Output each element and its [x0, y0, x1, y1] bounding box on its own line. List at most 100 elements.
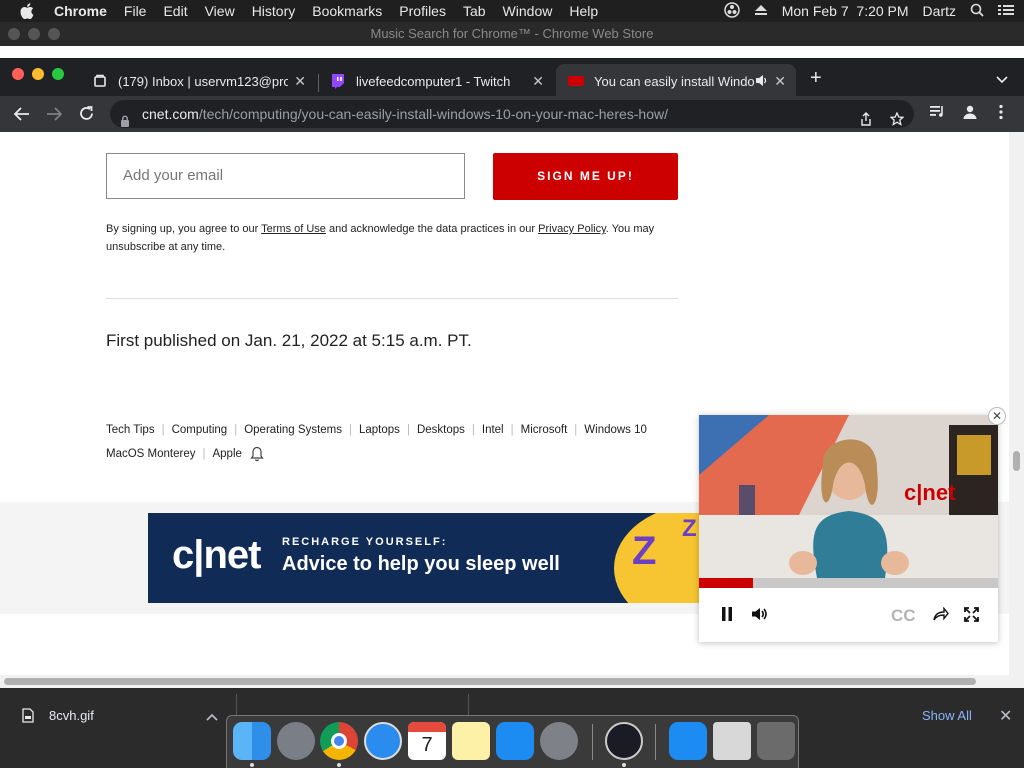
cnet-icon: [568, 73, 584, 89]
tab-cnet-article[interactable]: You can easily install Windows ✕: [556, 64, 796, 98]
url-path: /tech/computing/you-can-easily-install-w…: [198, 106, 668, 122]
notes-icon[interactable]: [452, 722, 490, 760]
background-window-title: Music Search for Chrome™ - Chrome Web St…: [370, 26, 654, 41]
menu-edit[interactable]: Edit: [163, 3, 187, 19]
profile-avatar-icon[interactable]: [962, 104, 978, 125]
background-window-titlebar: Music Search for Chrome™ - Chrome Web St…: [0, 22, 1024, 46]
menu-app-name[interactable]: Chrome: [54, 3, 107, 19]
new-tab-icon[interactable]: +: [810, 68, 822, 88]
video-frame[interactable]: c|net: [699, 415, 998, 578]
fullscreen-icon[interactable]: [964, 607, 979, 627]
published-date: First published on Jan. 21, 2022 at 5:15…: [106, 331, 472, 350]
mac-menu-bar: Chrome File Edit View History Bookmarks …: [0, 0, 1024, 22]
menu-history[interactable]: History: [252, 3, 296, 19]
tag-link[interactable]: MacOS Monterey: [106, 448, 195, 460]
close-window-button[interactable]: [12, 68, 24, 80]
trash-icon[interactable]: [757, 722, 795, 760]
menu-tab[interactable]: Tab: [463, 3, 486, 19]
forward-arrow-icon[interactable]: [43, 103, 65, 125]
horizontal-scrollbar[interactable]: [0, 675, 1024, 688]
system-preferences-icon[interactable]: [540, 722, 578, 760]
tag-link[interactable]: Laptops: [359, 424, 400, 436]
banner-kicker: RECHARGE YOURSELF:: [282, 536, 448, 548]
control-center-icon[interactable]: [998, 3, 1014, 19]
share-icon[interactable]: [860, 107, 872, 135]
obs-icon[interactable]: [605, 722, 643, 760]
menubar-clock[interactable]: Mon Feb 7 7:20 PM: [782, 3, 909, 19]
tag-link[interactable]: Intel: [482, 424, 504, 436]
closed-captions-icon[interactable]: CC: [891, 606, 916, 626]
close-tab-icon[interactable]: ✕: [532, 73, 544, 90]
back-arrow-icon[interactable]: [11, 103, 33, 125]
video-progress-bar[interactable]: [699, 578, 998, 588]
promo-banner[interactable]: Z Z c|net RECHARGE YOURSELF: Advice to h…: [148, 513, 708, 603]
pause-icon[interactable]: [721, 607, 733, 626]
email-field[interactable]: Add your email: [106, 153, 465, 199]
menu-profiles[interactable]: Profiles: [399, 3, 446, 19]
sign-me-up-button[interactable]: SIGN ME UP!: [493, 153, 678, 200]
zoom-window-button[interactable]: [52, 68, 64, 80]
spotlight-search-icon[interactable]: [970, 3, 984, 20]
tag-link[interactable]: Operating Systems: [244, 424, 342, 436]
menu-window[interactable]: Window: [503, 3, 553, 19]
tab-strip: (179) Inbox | uservm123@proton ✕ livefee…: [0, 58, 1024, 98]
media-controls-icon[interactable]: [929, 104, 945, 123]
signup-legal-text: By signing up, you agree to our Terms of…: [106, 223, 655, 253]
chevron-up-icon[interactable]: [206, 710, 218, 724]
cnet-logo: c|net: [172, 533, 261, 577]
video-watermark-logo: c|net: [904, 480, 956, 505]
volume-icon[interactable]: [751, 607, 768, 626]
download-item[interactable]: 8cvh.gif: [22, 708, 94, 723]
obs-status-icon[interactable]: [723, 1, 740, 21]
app-store-icon[interactable]: [496, 722, 534, 760]
topic-tags: Tech Tips | Computing | Operating Systems |…: [106, 424, 647, 462]
page-content: Add your email SIGN ME UP! By signing up…: [0, 132, 1009, 675]
privacy-policy-link[interactable]: Privacy Policy: [538, 223, 606, 235]
vertical-scrollbar[interactable]: [1009, 132, 1024, 675]
file-icon: [22, 708, 34, 723]
tab-twitch[interactable]: livefeedcomputer1 - Twitch ✕: [318, 64, 554, 98]
audio-playing-icon[interactable]: [755, 74, 768, 90]
eject-icon[interactable]: [754, 3, 768, 19]
address-bar[interactable]: cnet.com/tech/computing/you-can-easily-i…: [110, 100, 914, 128]
minimize-window-button[interactable]: [32, 68, 44, 80]
reload-icon[interactable]: [75, 103, 97, 125]
tag-link[interactable]: Microsoft: [521, 424, 568, 436]
follow-bell-icon[interactable]: [250, 446, 264, 462]
finder-icon[interactable]: [233, 722, 271, 760]
menu-bookmarks[interactable]: Bookmarks: [312, 3, 382, 19]
apple-menu-icon[interactable]: [20, 3, 38, 19]
tab-search-chevron-icon[interactable]: [996, 71, 1008, 89]
terms-of-use-link[interactable]: Terms of Use: [261, 223, 326, 235]
menubar-user[interactable]: Dartz: [923, 3, 956, 19]
close-tab-icon[interactable]: ✕: [294, 73, 306, 90]
menu-help[interactable]: Help: [569, 3, 598, 19]
launchpad-icon[interactable]: [277, 722, 315, 760]
safari-icon[interactable]: [364, 722, 402, 760]
tab-proton-inbox[interactable]: (179) Inbox | uservm123@proton ✕: [80, 64, 316, 98]
scroll-thumb[interactable]: [1013, 451, 1020, 471]
tab-title: (179) Inbox | uservm123@proton: [118, 73, 288, 89]
tag-link[interactable]: Windows 10: [584, 424, 647, 436]
bookmark-star-icon[interactable]: [889, 107, 905, 135]
close-download-bar-icon[interactable]: ✕: [999, 706, 1012, 726]
more-menu-icon[interactable]: [999, 104, 1003, 125]
show-all-button[interactable]: Show All: [922, 708, 972, 723]
scroll-thumb[interactable]: [4, 678, 976, 685]
close-tab-icon[interactable]: ✕: [774, 73, 786, 90]
share-icon[interactable]: [933, 606, 949, 626]
close-video-icon[interactable]: ✕: [988, 407, 1006, 425]
menu-view[interactable]: View: [205, 3, 235, 19]
floating-video-player[interactable]: c|net CC ✕: [699, 407, 1006, 642]
proton-mail-icon: [92, 73, 108, 89]
tag-link[interactable]: Apple: [212, 448, 241, 460]
chrome-icon[interactable]: [320, 722, 358, 760]
app-store-folder-icon[interactable]: [669, 722, 707, 760]
downloads-stack-icon[interactable]: [713, 722, 751, 760]
calendar-icon[interactable]: 7: [408, 722, 446, 760]
tag-link[interactable]: Tech Tips: [106, 424, 155, 436]
menu-file[interactable]: File: [124, 3, 147, 19]
tag-link[interactable]: Desktops: [417, 424, 465, 436]
banner-headline: Advice to help you sleep well: [282, 553, 560, 575]
tag-link[interactable]: Computing: [172, 424, 228, 436]
